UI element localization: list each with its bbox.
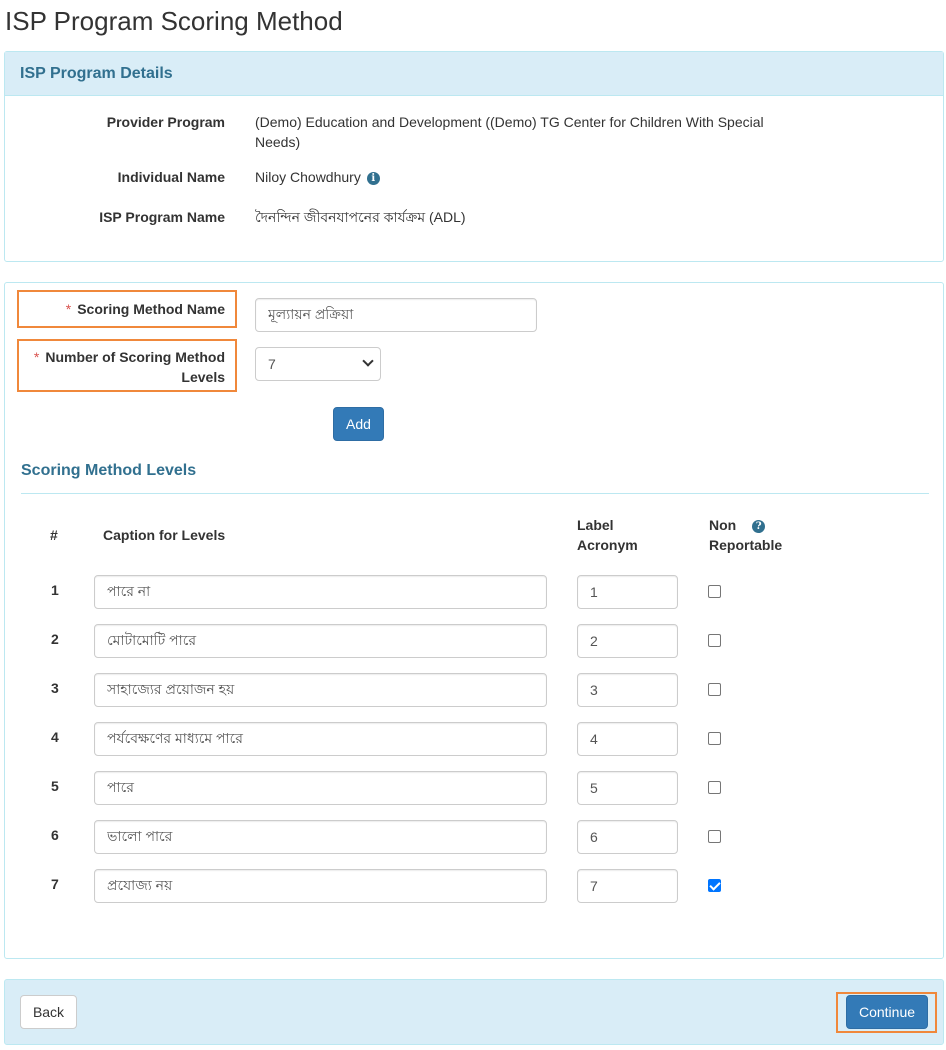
provider-program-label: Provider Program <box>106 114 225 130</box>
acronym-input[interactable] <box>577 771 678 805</box>
details-panel-heading: ISP Program Details <box>5 52 943 96</box>
levels-count-select[interactable]: 7 <box>255 347 381 381</box>
non-reportable-checkbox[interactable] <box>708 830 721 843</box>
required-marker: * <box>33 349 40 365</box>
levels-count-label-line2: Levels <box>181 369 225 385</box>
add-button[interactable]: Add <box>333 407 384 441</box>
question-circle-icon[interactable]: ? <box>752 520 766 533</box>
acronym-input[interactable] <box>577 820 678 854</box>
scoring-method-levels-title: Scoring Method Levels <box>21 462 197 479</box>
scoring-method-name-label-box: * Scoring Method Name <box>17 290 237 328</box>
caption-input[interactable] <box>94 722 547 756</box>
header-num: # <box>50 527 58 543</box>
caption-input[interactable] <box>94 624 547 658</box>
row-number: 5 <box>51 778 59 794</box>
caption-input[interactable] <box>94 869 547 903</box>
section-divider <box>21 493 929 494</box>
isp-program-details-panel: ISP Program Details Provider Program (De… <box>4 51 944 262</box>
page-title: ISP Program Scoring Method <box>5 6 343 36</box>
non-reportable-checkbox[interactable] <box>708 781 721 794</box>
row-number: 3 <box>51 680 59 696</box>
provider-program-value: (Demo) Education and Development ((Demo)… <box>255 114 764 150</box>
caption-input[interactable] <box>94 820 547 854</box>
non-reportable-checkbox[interactable] <box>708 683 721 696</box>
acronym-input[interactable] <box>577 575 678 609</box>
header-non-reportable: Non? Reportable <box>709 515 782 555</box>
caption-input[interactable] <box>94 673 547 707</box>
non-reportable-checkbox[interactable] <box>708 585 721 598</box>
scoring-method-name-input[interactable] <box>255 298 537 332</box>
row-number: 4 <box>51 729 59 745</box>
scoring-method-form-panel: * Scoring Method Name * Number of Scoring … <box>4 282 944 959</box>
continue-button[interactable]: Continue <box>846 995 928 1029</box>
caption-input[interactable] <box>94 771 547 805</box>
header-acronym-line1: Label <box>577 517 614 533</box>
row-number: 1 <box>51 582 59 598</box>
acronym-input[interactable] <box>577 624 678 658</box>
isp-program-name-label: ISP Program Name <box>99 209 225 225</box>
caption-input[interactable] <box>94 575 547 609</box>
non-reportable-checkbox[interactable] <box>708 732 721 745</box>
row-number: 2 <box>51 631 59 647</box>
required-marker: * <box>65 301 72 317</box>
form-footer: Back Continue <box>4 979 944 1045</box>
back-button[interactable]: Back <box>20 995 77 1029</box>
levels-count-label: Number of Scoring Method <box>45 349 225 365</box>
header-nonrep-line2: Reportable <box>709 537 783 553</box>
levels-count-selected: 7 <box>268 356 276 372</box>
individual-name-value-wrap: Niloy Chowdhury i <box>255 167 795 187</box>
info-icon[interactable]: i <box>366 172 380 185</box>
header-acronym: Label Acronym <box>577 515 638 555</box>
row-number: 6 <box>51 827 59 843</box>
scoring-method-name-label: Scoring Method Name <box>77 301 225 317</box>
header-acronym-line2: Acronym <box>577 537 638 553</box>
levels-count-label-box: * Number of Scoring Method Levels <box>17 339 237 392</box>
acronym-input[interactable] <box>577 673 678 707</box>
header-nonrep-line1-wrap: Non? <box>709 515 782 535</box>
non-reportable-checkbox[interactable] <box>708 879 721 892</box>
acronym-input[interactable] <box>577 869 678 903</box>
non-reportable-checkbox[interactable] <box>708 634 721 647</box>
chevron-down-icon <box>362 355 374 367</box>
levels-count-label-line1: * Number of Scoring Method <box>19 347 225 367</box>
header-nonrep-line1: Non <box>709 517 737 533</box>
individual-name-value: Niloy Chowdhury <box>255 169 361 185</box>
row-number: 7 <box>51 876 59 892</box>
header-caption: Caption for Levels <box>103 527 226 543</box>
isp-program-name-value: দৈনন্দিন জীবনযাপনের কার্যক্রম (ADL) <box>255 209 466 225</box>
individual-name-label: Individual Name <box>117 169 225 185</box>
acronym-input[interactable] <box>577 722 678 756</box>
